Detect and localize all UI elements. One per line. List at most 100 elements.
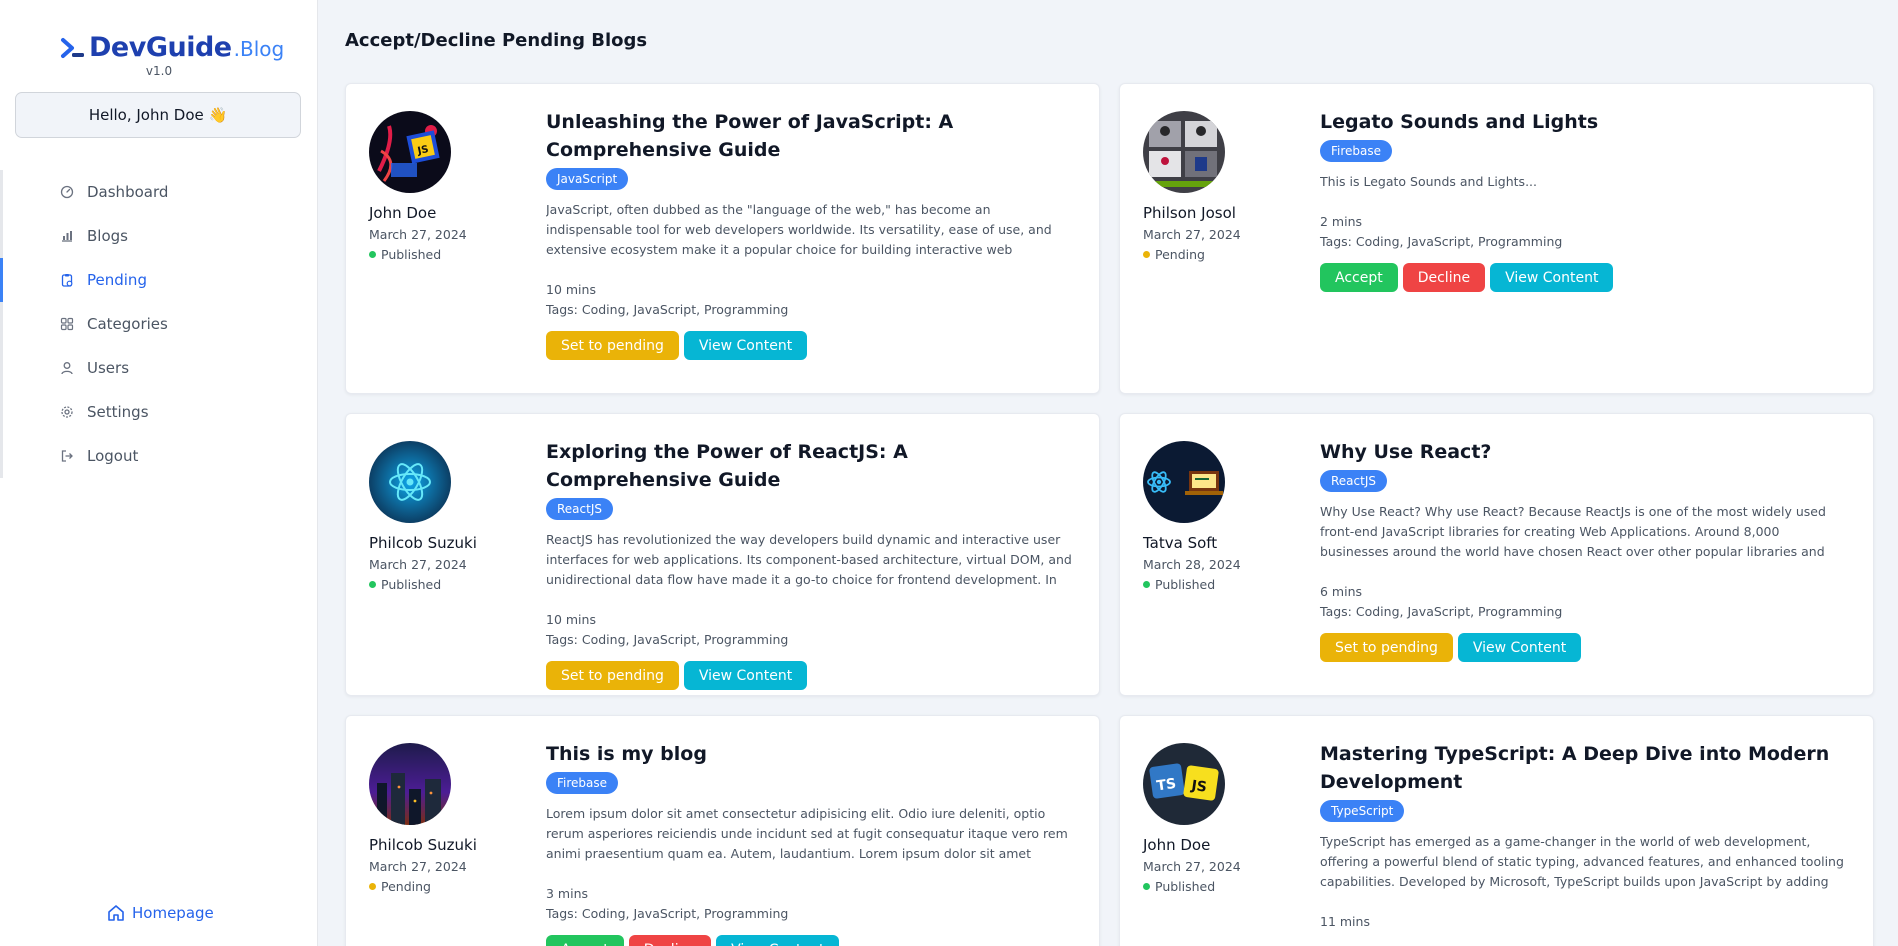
sidebar-item-dashboard[interactable]: Dashboard: [0, 170, 318, 214]
home-icon: [106, 903, 126, 923]
sidebar-item-label: Users: [87, 359, 130, 377]
brand-logo[interactable]: DevGuide .Blog: [60, 32, 284, 63]
accept-button[interactable]: Accept: [546, 935, 624, 946]
homepage-label: Homepage: [132, 904, 214, 922]
author-name: John Doe: [369, 204, 437, 222]
blog-card: Philson Josol March 27, 2024 Pending Leg…: [1119, 83, 1874, 394]
night-city-avatar: [369, 743, 451, 825]
sidebar-nav: Dashboard Blogs Pending Categories Users: [0, 170, 318, 478]
set-to-pending-button[interactable]: Set to pending: [546, 331, 679, 360]
blog-title[interactable]: Mastering TypeScript: A Deep Dive into M…: [1320, 740, 1850, 796]
post-date: March 27, 2024: [369, 859, 467, 874]
status-dot: [369, 883, 376, 890]
view-content-button[interactable]: View Content: [716, 935, 840, 946]
blog-card: Philcob Suzuki March 27, 2024 Pending Th…: [345, 715, 1100, 946]
author-avatar: [1143, 111, 1225, 193]
sidebar-item-categories[interactable]: Categories: [0, 302, 318, 346]
set-to-pending-button[interactable]: Set to pending: [1320, 633, 1453, 662]
page-title: Accept/Decline Pending Blogs: [345, 30, 648, 51]
status-label: Published: [1155, 577, 1216, 592]
blog-title[interactable]: Exploring the Power of ReactJS: A Compre…: [546, 438, 1076, 494]
blog-card: Philcob Suzuki March 27, 2024 Published …: [345, 413, 1100, 696]
author-avatar: [1143, 441, 1225, 523]
sidebar-item-pending[interactable]: Pending: [0, 258, 318, 302]
blog-excerpt: JavaScript, often dubbed as the "languag…: [546, 202, 1052, 257]
read-time: 3 mins: [546, 886, 589, 901]
card-actions: Accept Decline View Content: [546, 935, 1076, 946]
blog-content: Mastering TypeScript: A Deep Dive into M…: [1320, 740, 1850, 932]
grid-icon: [60, 317, 74, 331]
sidebar-item-logout[interactable]: Logout: [0, 434, 318, 478]
app-version: v1.0: [145, 64, 173, 78]
status-label: Pending: [381, 879, 431, 894]
blog-excerpt: ReactJS has revolutionized the way devel…: [546, 532, 1072, 587]
category-tag: TypeScript: [1320, 800, 1405, 822]
svg-text:JS: JS: [1189, 778, 1207, 796]
author-avatar: [369, 743, 451, 825]
card-actions: Set to pending View Content: [546, 331, 1076, 360]
sidebar-item-label: Categories: [87, 315, 168, 333]
blog-title[interactable]: This is my blog: [546, 740, 1076, 768]
blog-title[interactable]: Legato Sounds and Lights: [1320, 108, 1850, 136]
blog-tags: Tags: Coding, JavaScript, Programming: [546, 632, 789, 647]
status-label: Published: [1155, 879, 1216, 894]
sidebar-item-label: Dashboard: [87, 183, 169, 201]
homepage-link[interactable]: Homepage: [106, 903, 214, 923]
read-time: 10 mins: [546, 282, 596, 297]
read-time: 6 mins: [1320, 584, 1363, 599]
sidebar-item-blogs[interactable]: Blogs: [0, 214, 318, 258]
user-icon: [60, 361, 74, 375]
card-actions: Set to pending View Content: [546, 661, 1076, 690]
post-date: March 27, 2024: [369, 557, 467, 572]
sidebar-item-users[interactable]: Users: [0, 346, 318, 390]
user-greeting: Hello, John Doe 👋: [15, 92, 301, 138]
read-time: 11 mins: [1320, 914, 1370, 929]
status-badge: Published: [1143, 879, 1215, 894]
status-badge: Pending: [369, 879, 431, 894]
blog-tags: Tags: Coding, JavaScript, Programming: [1320, 234, 1563, 249]
status-badge: Pending: [1143, 247, 1205, 262]
author-avatar: JS: [369, 111, 451, 193]
blog-tags: Tags: Coding, JavaScript, Programming: [1320, 604, 1563, 619]
blog-content: This is my blog Firebase Lorem ipsum dol…: [546, 740, 1076, 946]
blog-tags: Tags: Coding, JavaScript, Programming: [546, 906, 789, 921]
post-date: March 28, 2024: [1143, 557, 1241, 572]
blog-content: Legato Sounds and Lights Firebase This i…: [1320, 108, 1850, 292]
post-date: March 27, 2024: [369, 227, 467, 242]
read-time: 10 mins: [546, 612, 596, 627]
sidebar-item-label: Blogs: [87, 227, 128, 245]
author-name: John Doe: [1143, 836, 1211, 854]
view-content-button[interactable]: View Content: [1490, 263, 1614, 292]
category-tag: JavaScript: [546, 168, 629, 190]
author-avatar: TS JS: [1143, 743, 1225, 825]
author-name: Tatva Soft: [1143, 534, 1218, 552]
status-badge: Published: [1143, 577, 1215, 592]
dashboard-icon: [60, 185, 74, 199]
category-tag: Firebase: [546, 772, 619, 794]
blog-content: Why Use React? ReactJS Why Use React? Wh…: [1320, 438, 1850, 662]
decline-button[interactable]: Decline: [1402, 263, 1486, 292]
post-date: March 27, 2024: [1143, 227, 1241, 242]
blog-content: Exploring the Power of ReactJS: A Compre…: [546, 438, 1076, 690]
view-content-button[interactable]: View Content: [1457, 633, 1582, 662]
sidebar-item-settings[interactable]: Settings: [0, 390, 318, 434]
blog-card: Tatva Soft March 28, 2024 Published Why …: [1119, 413, 1874, 696]
view-content-button[interactable]: View Content: [683, 661, 808, 690]
accept-button[interactable]: Accept: [1320, 263, 1398, 292]
sidebar-item-label: Logout: [87, 447, 139, 465]
category-tag: ReactJS: [546, 498, 613, 520]
gear-icon: [60, 405, 74, 419]
blog-excerpt: This is Legato Sounds and Lights...: [1320, 174, 1537, 189]
view-content-button[interactable]: View Content: [683, 331, 808, 360]
author-name: Philcob Suzuki: [369, 534, 477, 552]
card-actions: Set to pending View Content: [1320, 633, 1850, 662]
blog-excerpt: TypeScript has emerged as a game-changer…: [1320, 834, 1844, 889]
sidebar-item-label: Pending: [87, 271, 147, 289]
set-to-pending-button[interactable]: Set to pending: [546, 661, 679, 690]
blog-title[interactable]: Unleashing the Power of JavaScript: A Co…: [546, 108, 1076, 164]
blog-card: TS JS John Doe March 27, 2024 Published …: [1119, 715, 1874, 946]
decline-button[interactable]: Decline: [628, 935, 712, 946]
blog-title[interactable]: Why Use React?: [1320, 438, 1850, 466]
author-name: Philcob Suzuki: [369, 836, 477, 854]
read-time: 2 mins: [1320, 214, 1363, 229]
